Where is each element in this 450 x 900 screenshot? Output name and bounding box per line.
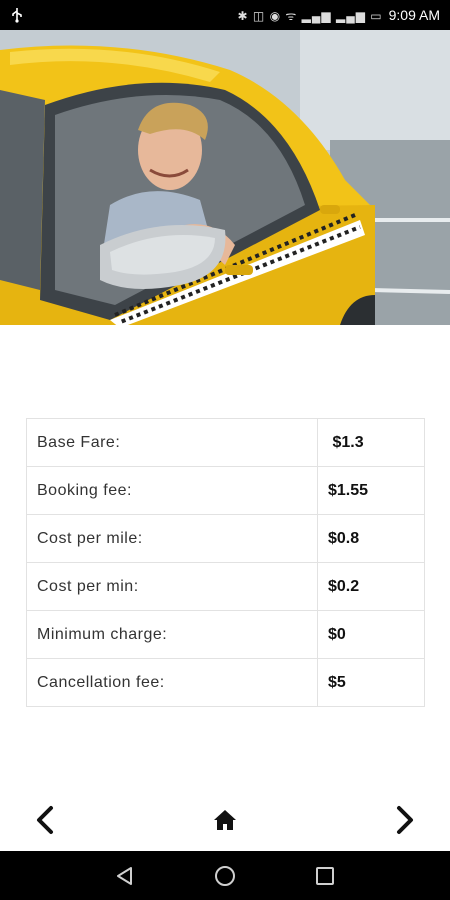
fare-table: Base Fare: $1.3 Booking fee: $1.55 Cost … [26,418,425,707]
table-row: Cost per mile: $0.8 [26,514,425,563]
status-right: ✱ ◫ ◉ ᯤ ▂▄▆ ▂▄▆ ▭ 9:09 AM [238,7,440,24]
table-row: Minimum charge: $0 [26,610,425,659]
table-row: Cost per min: $0.2 [26,562,425,611]
fare-label: Base Fare: [26,418,318,467]
home-icon [214,810,236,830]
usb-icon [12,8,22,23]
fare-value: $0.8 [317,514,425,563]
fare-label: Cost per mile: [26,514,318,563]
app-bottom-nav [0,790,450,850]
table-row: Base Fare: $1.3 [26,418,425,467]
fare-value: $1.3 [317,418,425,467]
chevron-right-icon [397,806,413,834]
system-home-button[interactable] [210,861,240,891]
status-icons: ✱ ◫ ◉ ᯤ ▂▄▆ ▂▄▆ ▭ [237,8,383,23]
hero-image [0,30,450,325]
fare-value: $0.2 [317,562,425,611]
fare-value: $5 [317,658,425,707]
status-bar: ✱ ◫ ◉ ᯤ ▂▄▆ ▂▄▆ ▭ 9:09 AM [0,0,450,30]
table-row: Cancellation fee: $5 [26,658,425,707]
triangle-back-icon [117,866,132,885]
fare-label: Minimum charge: [26,610,318,659]
fare-label: Cancellation fee: [26,658,318,707]
status-left [10,7,24,23]
system-back-button[interactable] [110,861,140,891]
fare-value: $1.55 [317,466,425,515]
table-row: Booking fee: $1.55 [26,466,425,515]
home-button[interactable] [210,802,240,838]
chevron-left-icon [37,806,53,834]
fare-label: Cost per min: [26,562,318,611]
system-recents-button[interactable] [310,861,340,891]
fare-label: Booking fee: [26,466,318,515]
circle-home-icon [215,865,235,886]
back-button[interactable] [30,802,60,838]
system-nav-bar [0,851,450,900]
fare-value: $0 [317,610,425,659]
status-time: 9:09 AM [388,7,440,23]
square-recents-icon [316,866,334,885]
forward-button[interactable] [390,802,420,838]
